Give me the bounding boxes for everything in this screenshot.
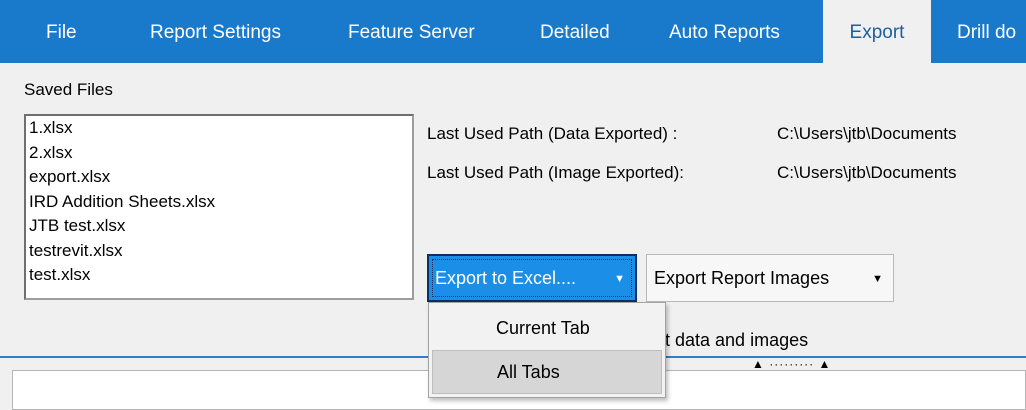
list-item[interactable]: test.xlsx bbox=[26, 263, 412, 288]
list-item[interactable]: JTB test.xlsx bbox=[26, 214, 412, 239]
tab-report-settings[interactable]: Report Settings bbox=[150, 0, 281, 63]
tab-detailed[interactable]: Detailed bbox=[540, 0, 610, 63]
saved-files-list[interactable]: 1.xlsx 2.xlsx export.xlsx IRD Addition S… bbox=[24, 114, 414, 300]
tab-auto-reports[interactable]: Auto Reports bbox=[669, 0, 780, 63]
list-item[interactable]: 1.xlsx bbox=[26, 116, 412, 141]
export-to-excel-button[interactable]: Export to Excel.... ▼ bbox=[427, 254, 637, 302]
ribbon-tab-bar: File Report Settings Feature Server Deta… bbox=[0, 0, 1026, 63]
export-excel-dropdown-menu: Current Tab All Tabs bbox=[428, 302, 666, 398]
menu-item-current-tab[interactable]: Current Tab bbox=[432, 306, 662, 350]
list-item[interactable]: IRD Addition Sheets.xlsx bbox=[26, 190, 412, 215]
chevron-down-icon: ▼ bbox=[872, 273, 883, 286]
splitter-grip-icon[interactable]: ▲ ········· ▲ bbox=[752, 357, 882, 371]
export-data-images-option-label[interactable]: t data and images bbox=[665, 330, 808, 351]
data-path-value: C:\Users\jtb\Documents bbox=[777, 124, 957, 143]
export-to-excel-label: Export to Excel.... bbox=[435, 267, 577, 288]
export-report-images-button[interactable]: Export Report Images ▼ bbox=[646, 254, 894, 302]
image-path-label: Last Used Path (Image Exported): bbox=[427, 163, 685, 182]
list-item[interactable]: 2.xlsx bbox=[26, 141, 412, 166]
tab-file[interactable]: File bbox=[46, 0, 77, 63]
tab-feature-server[interactable]: Feature Server bbox=[348, 0, 475, 63]
menu-item-all-tabs[interactable]: All Tabs bbox=[432, 350, 662, 394]
export-report-images-label: Export Report Images bbox=[654, 267, 830, 288]
image-path-value: C:\Users\jtb\Documents bbox=[777, 163, 957, 182]
tab-export[interactable]: Export bbox=[823, 0, 931, 63]
list-item[interactable]: testrevit.xlsx bbox=[26, 239, 412, 264]
tab-drill-down[interactable]: Drill do bbox=[957, 0, 1016, 63]
chevron-down-icon: ▼ bbox=[614, 273, 625, 286]
saved-files-label: Saved Files bbox=[24, 80, 113, 99]
data-path-label: Last Used Path (Data Exported) : bbox=[427, 124, 678, 143]
list-item[interactable]: export.xlsx bbox=[26, 165, 412, 190]
